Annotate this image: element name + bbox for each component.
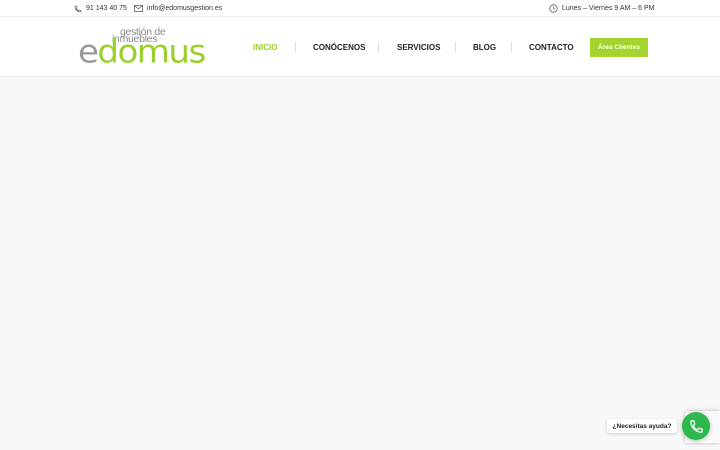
help-bubble[interactable]: ¿Necesitas ayuda? bbox=[607, 419, 677, 433]
main-content bbox=[0, 78, 720, 450]
edomus-logo[interactable]: gestión de inmuebles edomus bbox=[78, 27, 214, 71]
topbar-hours: Lunes – Viernes 9 AM – 6 PM bbox=[549, 0, 654, 17]
topbar-email[interactable]: info@edomusgestion.es bbox=[134, 0, 222, 17]
nav-item-contacto[interactable]: CONTACTO bbox=[529, 34, 574, 60]
phone-number: 91 143 40 75 bbox=[86, 5, 127, 12]
topbar-phone[interactable]: 91 143 40 75 bbox=[74, 0, 127, 17]
nav-item-blog[interactable]: BLOG bbox=[473, 34, 496, 60]
business-hours: Lunes – Viernes 9 AM – 6 PM bbox=[562, 5, 655, 12]
phone-icon bbox=[689, 419, 703, 433]
nav-divider bbox=[295, 42, 296, 52]
nav-item-inicio[interactable]: INICIO bbox=[253, 34, 277, 60]
clock-icon bbox=[549, 4, 558, 13]
nav-item-conocenos[interactable]: CONÓCENOS bbox=[313, 34, 365, 60]
phone-icon bbox=[74, 5, 82, 12]
nav-divider bbox=[455, 42, 456, 52]
client-area-button[interactable]: Área Clientes bbox=[590, 38, 648, 57]
call-button[interactable] bbox=[682, 412, 710, 440]
top-bar: 91 143 40 75 info@edomusgestion.es Lunes… bbox=[0, 0, 720, 17]
email-address: info@edomusgestion.es bbox=[147, 5, 223, 12]
logo-wordmark: edomus bbox=[78, 33, 206, 71]
site-header: gestión de inmuebles edomus INICIO CONÓC… bbox=[0, 17, 720, 77]
envelope-icon bbox=[134, 5, 143, 12]
nav-divider bbox=[378, 42, 379, 52]
nav-divider bbox=[511, 42, 512, 52]
nav-item-servicios[interactable]: SERVICIOS bbox=[397, 34, 440, 60]
